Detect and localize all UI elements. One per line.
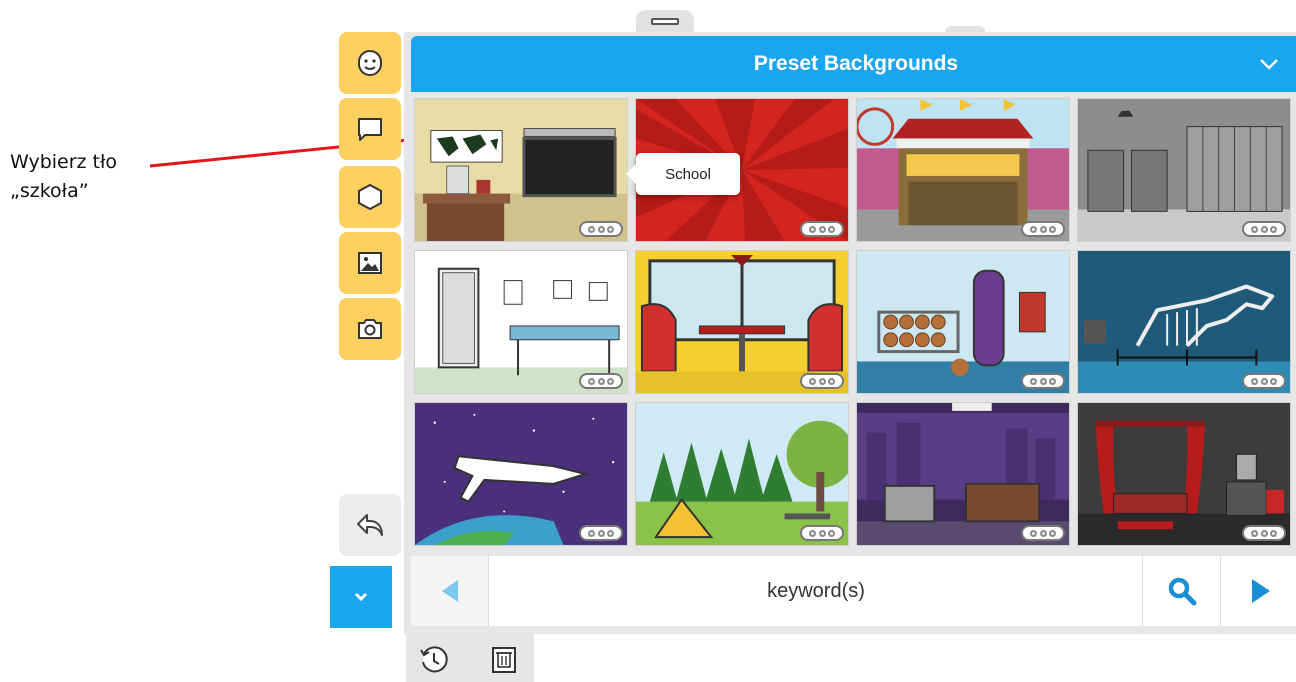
background-tile-doctor-office[interactable] (414, 250, 628, 394)
image-icon (358, 252, 382, 274)
background-tile-night-office[interactable] (856, 402, 1070, 546)
panel-drag-handle[interactable] (636, 10, 694, 32)
undo-button[interactable] (339, 494, 401, 556)
panel-title: Preset Backgrounds (753, 52, 959, 75)
history-button[interactable] (414, 640, 454, 680)
tile-options-button[interactable] (1021, 373, 1065, 389)
tile-options-button[interactable] (579, 525, 623, 541)
tile-options-button[interactable] (1242, 221, 1286, 237)
backgrounds-grid (414, 98, 1296, 550)
camera-tool-button[interactable] (339, 298, 401, 360)
image-tool-button[interactable] (339, 232, 401, 294)
character-icon (358, 50, 382, 76)
next-page-button[interactable] (1220, 556, 1296, 626)
space-thumbnail (415, 403, 627, 545)
chevron-down-icon[interactable] (1257, 52, 1281, 76)
classroom-thumbnail (415, 99, 627, 241)
camera-icon (358, 319, 382, 339)
search-input[interactable] (491, 560, 1141, 622)
speech-bubble-tool-button[interactable] (339, 98, 401, 160)
backgrounds-panel: Preset Backgrounds (404, 32, 1296, 634)
history-icon (420, 646, 448, 673)
background-tile-bedroom[interactable] (1077, 402, 1291, 546)
gym-thumbnail (857, 251, 1069, 393)
hallway-thumbnail (1078, 99, 1290, 241)
annotation-line-2: „szkoła” (10, 180, 89, 202)
tile-tooltip: School (626, 153, 740, 195)
character-tool-button[interactable] (339, 32, 401, 94)
background-tile-museum[interactable] (1077, 250, 1291, 394)
background-tile-gym[interactable] (856, 250, 1070, 394)
trash-icon (492, 647, 516, 673)
tile-options-button[interactable] (1242, 373, 1286, 389)
speech-bubble-icon (358, 118, 382, 141)
background-tile-space[interactable] (414, 402, 628, 546)
tile-options-button[interactable] (800, 525, 844, 541)
delete-button[interactable] (484, 640, 524, 680)
previous-page-button[interactable] (411, 556, 489, 626)
forest-camp-thumbnail (636, 403, 848, 545)
bedroom-thumbnail (1078, 403, 1290, 545)
annotation-line-1: Wybierz tło (10, 151, 118, 173)
museum-thumbnail (1078, 251, 1290, 393)
tile-options-button[interactable] (579, 221, 623, 237)
undo-icon (357, 514, 383, 536)
chevron-down-icon (354, 592, 368, 602)
search-button[interactable] (1142, 556, 1220, 626)
tile-options-button[interactable] (1242, 525, 1286, 541)
annotation-text: Wybierz tło „szkoła” (10, 148, 117, 206)
background-tile-carnival[interactable] (856, 98, 1070, 242)
tile-options-button[interactable] (1021, 221, 1065, 237)
background-tile-forest-camp[interactable] (635, 402, 849, 546)
night-office-thumbnail (857, 403, 1069, 545)
background-tile-classroom[interactable] (414, 98, 628, 242)
triangle-right-icon (1252, 579, 1270, 603)
tile-options-button[interactable] (800, 373, 844, 389)
triangle-left-icon (441, 580, 458, 602)
collapse-toolbar-button[interactable] (330, 566, 392, 628)
diner-thumbnail (636, 251, 848, 393)
panel-header[interactable]: Preset Backgrounds (411, 36, 1296, 92)
background-tile-hallway[interactable] (1077, 98, 1291, 242)
search-icon (1168, 577, 1196, 606)
tile-options-button[interactable] (579, 373, 623, 389)
carnival-thumbnail (857, 99, 1069, 241)
tile-options-button[interactable] (800, 221, 844, 237)
shape-icon (358, 183, 382, 211)
tile-options-button[interactable] (1021, 525, 1065, 541)
shape-tool-button[interactable] (339, 166, 401, 228)
doctor-office-thumbnail (415, 251, 627, 393)
tooltip-text: School (665, 165, 711, 183)
search-bar (411, 556, 1296, 626)
background-tile-diner[interactable] (635, 250, 849, 394)
